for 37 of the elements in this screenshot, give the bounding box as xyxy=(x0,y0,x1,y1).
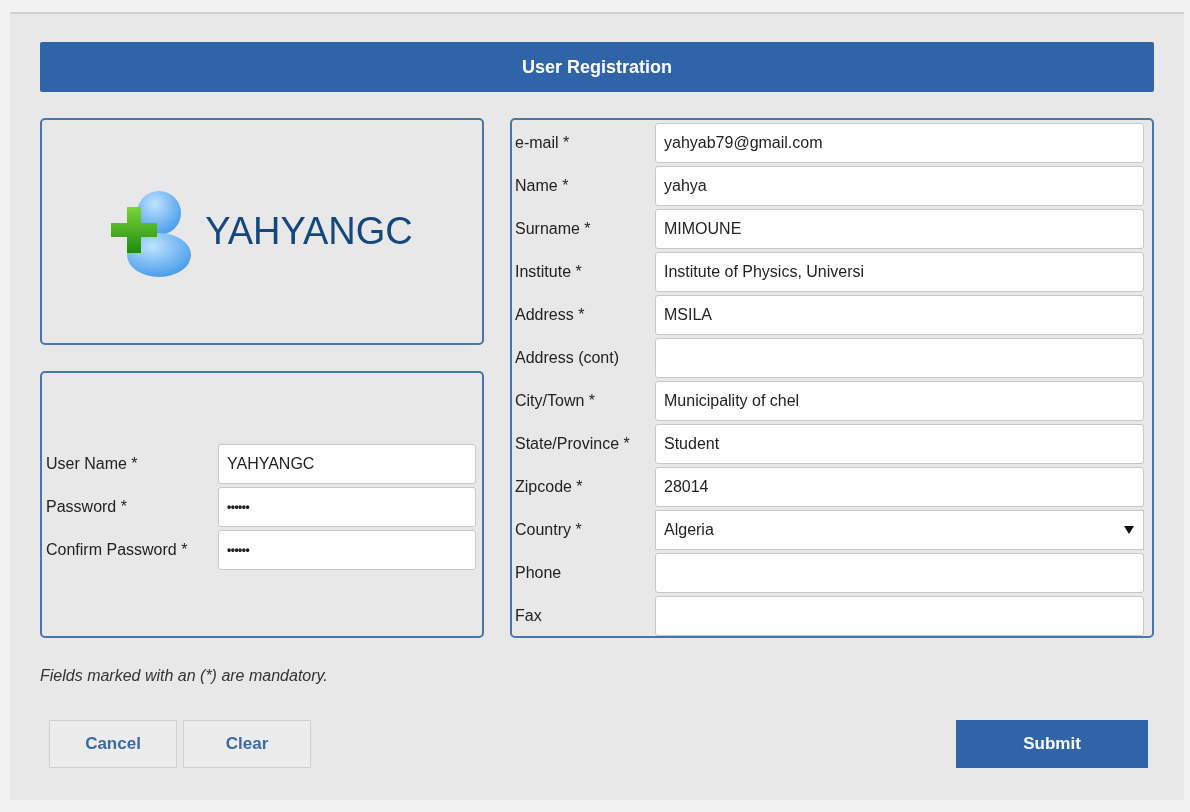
field-label: Phone xyxy=(515,563,563,583)
input-field[interactable]: MSILA xyxy=(655,294,1144,335)
input-field[interactable]: yahya xyxy=(655,165,1144,206)
input-field[interactable] xyxy=(655,552,1144,593)
input-field[interactable]: MIMOUNE xyxy=(655,208,1144,249)
input-field[interactable]: Institute of Physics, Universi xyxy=(655,251,1144,292)
field-label: Fax xyxy=(515,606,543,626)
password-field[interactable]: •••••• xyxy=(218,486,476,527)
input-field[interactable]: yahyab79@gmail.com xyxy=(655,122,1144,163)
field-label: Name * xyxy=(515,176,570,196)
input-field[interactable]: YAHYANGC xyxy=(218,443,476,484)
form-button[interactable]: Clear xyxy=(183,720,311,768)
field-label: Address * xyxy=(515,305,586,325)
logo-text: YAHYANGC xyxy=(205,209,413,254)
country-select[interactable]: Algeria xyxy=(655,509,1144,550)
field-label: User Name * xyxy=(46,454,139,474)
input-field[interactable] xyxy=(655,337,1144,378)
field-label: Address (cont) xyxy=(515,348,621,368)
input-field[interactable]: Municipality of chel xyxy=(655,380,1144,421)
field-label: State/Province * xyxy=(515,434,631,454)
mandatory-note: Fields marked with an (*) are mandatory. xyxy=(40,666,329,686)
field-label: Zipcode * xyxy=(515,477,584,497)
field-label: Password * xyxy=(46,497,128,517)
password-field[interactable]: •••••• xyxy=(218,529,476,570)
field-label: Surname * xyxy=(515,219,592,239)
caret-icon xyxy=(1123,524,1135,535)
field-label: e-mail * xyxy=(515,133,571,153)
input-field[interactable]: 28014 xyxy=(655,466,1144,507)
form-button[interactable]: Cancel xyxy=(49,720,177,768)
field-label: Institute * xyxy=(515,262,583,282)
form-header: User Registration xyxy=(40,42,1154,92)
input-field[interactable]: Student xyxy=(655,423,1144,464)
input-field[interactable] xyxy=(655,595,1144,636)
submit-button[interactable]: Submit xyxy=(956,720,1148,768)
field-label: City/Town * xyxy=(515,391,597,411)
field-label: Confirm Password * xyxy=(46,540,189,560)
field-label: Country * xyxy=(515,520,583,540)
